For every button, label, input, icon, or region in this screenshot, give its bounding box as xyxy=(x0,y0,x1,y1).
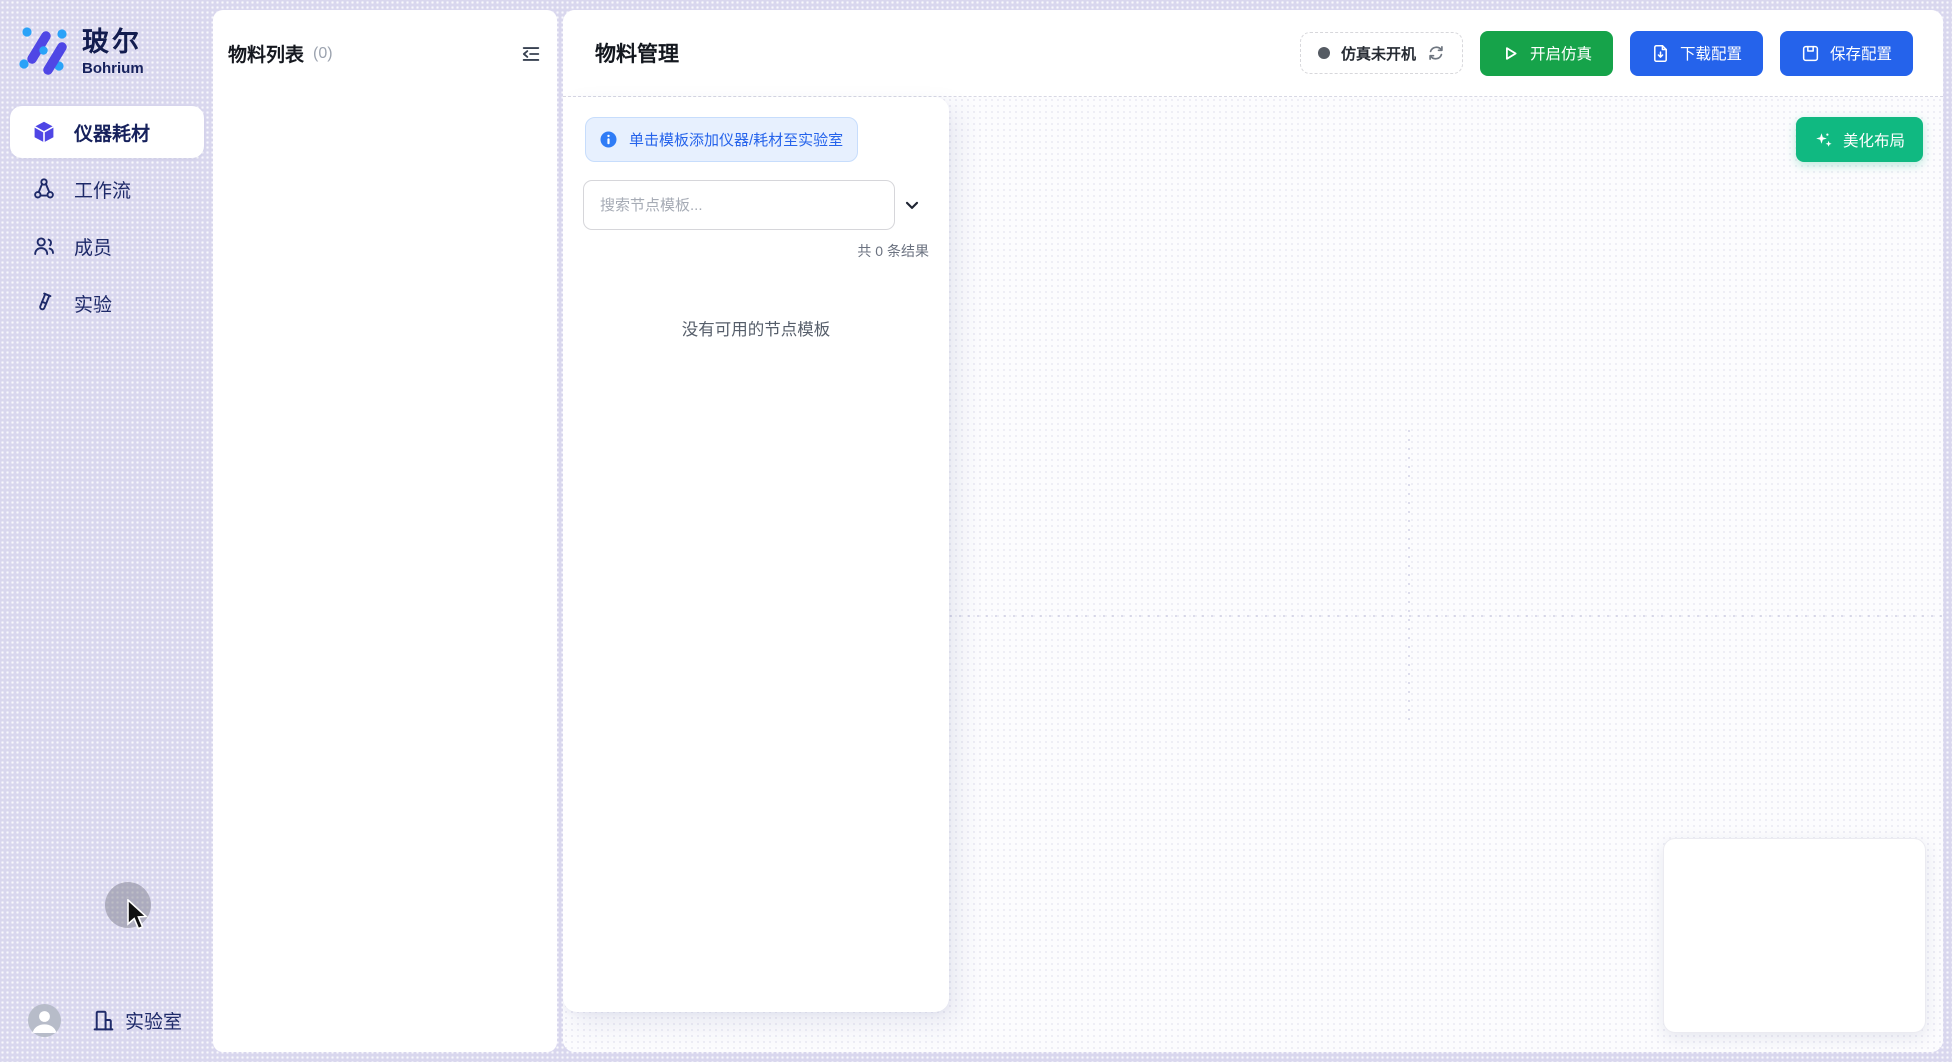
brand-name-en: Bohrium xyxy=(82,60,144,77)
sidebar-item-label: 工作流 xyxy=(74,176,131,203)
template-hint-banner: 单击模板添加仪器/耗材至实验室 xyxy=(585,117,858,162)
sidebar: 玻尔 Bohrium 仪器耗材 工作流 xyxy=(0,0,214,1062)
material-list-count: (0) xyxy=(313,45,333,63)
minimap[interactable] xyxy=(1663,838,1926,1033)
sidebar-item-label: 实验 xyxy=(74,290,112,317)
header-actions: 仿真未开机 开启仿真 xyxy=(1300,31,1913,76)
beautify-layout-button[interactable]: 美化布局 xyxy=(1796,117,1923,162)
refresh-icon[interactable] xyxy=(1427,44,1445,62)
main-header: 物料管理 仿真未开机 开启仿真 xyxy=(563,10,1943,97)
brand-name-cn: 玻尔 xyxy=(82,20,144,59)
status-dot-icon xyxy=(1318,47,1330,59)
chevron-down-icon[interactable] xyxy=(895,188,929,222)
app-window: 玻尔 Bohrium 仪器耗材 工作流 xyxy=(0,0,1952,1062)
workflow-icon xyxy=(32,177,56,201)
template-search-row xyxy=(583,180,929,230)
sidebar-item-experiment[interactable]: 实验 xyxy=(10,277,204,329)
avatar[interactable] xyxy=(28,1004,61,1037)
template-empty-text: 没有可用的节点模板 xyxy=(583,316,929,340)
sidebar-item-label: 仪器耗材 xyxy=(74,119,150,146)
template-result-count: 共 0 条结果 xyxy=(583,241,929,261)
avatar-person-icon xyxy=(28,1004,61,1037)
sidebar-item-instruments[interactable]: 仪器耗材 xyxy=(10,106,204,158)
members-icon xyxy=(32,234,56,258)
material-list-title: 物料列表 xyxy=(228,40,304,67)
material-list-panel: 物料列表 (0) xyxy=(213,10,557,1052)
collapse-panel-icon[interactable] xyxy=(520,43,542,65)
sidebar-item-members[interactable]: 成员 xyxy=(10,220,204,272)
sparkles-icon xyxy=(1814,130,1834,150)
template-search-input[interactable] xyxy=(583,180,895,230)
experiment-icon xyxy=(32,291,56,315)
brand-logo: 玻尔 Bohrium xyxy=(17,20,144,77)
simulation-status-text: 仿真未开机 xyxy=(1341,43,1416,64)
info-icon xyxy=(600,131,617,148)
simulation-status-pill: 仿真未开机 xyxy=(1300,32,1463,74)
lab-label: 实验室 xyxy=(125,1007,182,1034)
brand-text: 玻尔 Bohrium xyxy=(82,20,144,77)
page-title: 物料管理 xyxy=(595,38,679,68)
file-download-icon xyxy=(1651,44,1670,63)
save-icon xyxy=(1801,44,1820,63)
sidebar-footer: 实验室 xyxy=(0,1000,214,1040)
sidebar-item-label: 成员 xyxy=(74,233,112,260)
sidebar-nav: 仪器耗材 工作流 成员 xyxy=(10,106,204,334)
save-config-button[interactable]: 保存配置 xyxy=(1780,31,1913,76)
bohrium-logo-icon xyxy=(17,23,69,75)
layout-canvas[interactable]: 单击模板添加仪器/耗材至实验室 共 0 条结果 没有可用的节点模板 xyxy=(563,97,1943,1052)
download-config-label: 下载配置 xyxy=(1680,42,1742,64)
main-panel: 物料管理 仿真未开机 开启仿真 xyxy=(563,10,1943,1052)
play-icon xyxy=(1501,44,1520,63)
template-hint-text: 单击模板添加仪器/耗材至实验室 xyxy=(629,129,843,150)
lab-switcher[interactable]: 实验室 xyxy=(91,1007,182,1034)
start-simulation-label: 开启仿真 xyxy=(1530,42,1592,64)
start-simulation-button[interactable]: 开启仿真 xyxy=(1480,31,1613,76)
download-config-button[interactable]: 下载配置 xyxy=(1630,31,1763,76)
sidebar-item-workflow[interactable]: 工作流 xyxy=(10,163,204,215)
material-list-header: 物料列表 (0) xyxy=(213,40,557,67)
beautify-layout-label: 美化布局 xyxy=(1843,129,1905,151)
node-template-panel: 单击模板添加仪器/耗材至实验室 共 0 条结果 没有可用的节点模板 xyxy=(563,97,949,1012)
building-icon xyxy=(91,1008,116,1033)
save-config-label: 保存配置 xyxy=(1830,42,1892,64)
cube-icon xyxy=(32,120,56,144)
mouse-cursor xyxy=(126,899,150,935)
canvas-guide-vertical xyxy=(1408,430,1410,725)
